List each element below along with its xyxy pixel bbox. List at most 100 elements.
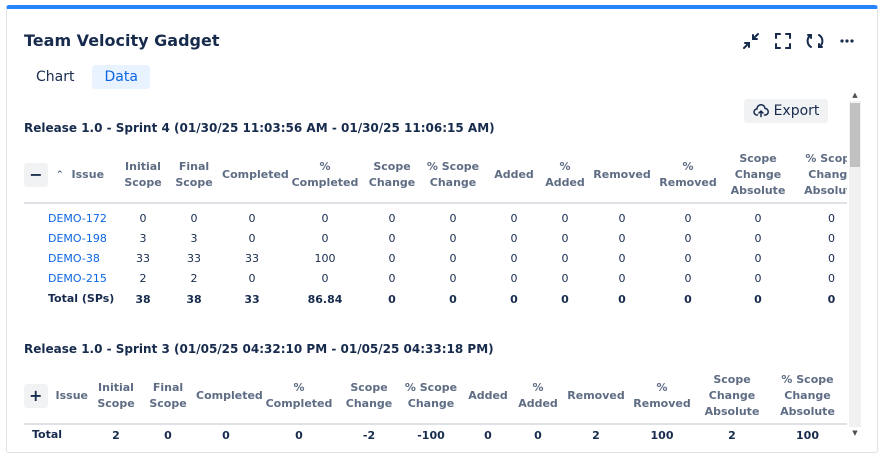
cell: 0	[510, 293, 518, 306]
cell: 0	[828, 212, 835, 225]
cell: 100	[314, 252, 336, 265]
cell: 100	[796, 429, 819, 439]
col-header: % Scope Change Absolute	[794, 147, 847, 204]
cell: 0	[510, 232, 518, 245]
scroll-down-arrow-icon[interactable]: ▼	[849, 427, 861, 439]
sort-asc-icon[interactable]: ⌃	[56, 167, 64, 183]
cell: 0	[754, 212, 762, 225]
cell: 0	[388, 232, 396, 245]
cell: 86.84	[307, 293, 343, 306]
cell: 0	[828, 252, 835, 265]
cell: 0	[510, 212, 518, 225]
cell: 33	[136, 252, 150, 265]
cell: 3	[139, 232, 147, 245]
gadget-title: Team Velocity Gadget	[24, 31, 220, 50]
cell: 0	[449, 212, 457, 225]
scroll-thumb[interactable]	[850, 103, 860, 167]
collapse-sprint-button[interactable]: −	[24, 162, 48, 187]
cell: 0	[684, 293, 692, 306]
vertical-scrollbar[interactable]: ▲ ▼	[849, 89, 861, 439]
col-header: % Completed	[258, 368, 340, 425]
col-header: Removed	[564, 368, 628, 425]
issue-link[interactable]: DEMO-198	[48, 232, 107, 245]
issue-link[interactable]: DEMO-38	[48, 252, 100, 265]
col-header: % Scope Change	[418, 147, 488, 204]
col-header: % Scope Change Absolute	[768, 368, 847, 425]
sprint-3-title: Release 1.0 - Sprint 3 (01/05/25 04:32:1…	[24, 342, 494, 356]
cell: 0	[449, 293, 457, 306]
cell: 0	[684, 232, 692, 245]
col-header: % Added	[540, 147, 590, 204]
col-header: Completed	[194, 368, 263, 425]
total-label: Total (SPs)	[48, 292, 115, 305]
collapse-icon[interactable]	[741, 31, 761, 51]
col-header: Scope Change	[366, 147, 418, 204]
more-icon[interactable]	[837, 31, 857, 51]
cell: 0	[321, 212, 329, 225]
cell: 33	[245, 252, 259, 265]
gadget-header: Team Velocity Gadget	[24, 29, 857, 53]
sprint-3-table: + Issue Initial Scope Final Scope Comple…	[24, 368, 847, 439]
table-row: DEMO-38 33 33 33 100 0 0 0 0 0 0 0 0	[24, 249, 847, 269]
expand-sprint-button[interactable]: +	[24, 383, 48, 408]
col-header: Scope Change Absolute	[722, 147, 794, 204]
issue-column-header[interactable]: Issue	[72, 167, 104, 183]
col-header: % Removed	[654, 147, 722, 204]
cell: 0	[248, 272, 256, 285]
cell: 2	[139, 272, 147, 285]
table-row: DEMO-172 0 0 0 0 0 0 0 0 0 0 0 0	[24, 209, 847, 229]
cell: 0	[190, 212, 198, 225]
cloud-upload-icon	[752, 104, 769, 118]
cell: -2	[362, 429, 376, 439]
cell: 2	[592, 429, 600, 439]
export-button[interactable]: Export	[744, 99, 828, 123]
col-header: Added	[464, 368, 512, 425]
cell: 0	[222, 429, 230, 439]
cell: 33	[187, 252, 201, 265]
issue-column-header[interactable]: Issue	[56, 388, 88, 404]
cell: 0	[321, 232, 329, 245]
col-header: Final Scope	[168, 147, 220, 204]
col-header: % Completed	[284, 147, 366, 204]
cell: 2	[190, 272, 198, 285]
fullscreen-icon[interactable]	[773, 31, 793, 51]
data-panel: Export Release 1.0 - Sprint 4 (01/30/25 …	[21, 89, 847, 439]
header-actions	[741, 31, 857, 51]
team-velocity-gadget: Team Velocity Gadget Chart Data Export R…	[6, 5, 878, 453]
total-row: Total (SPs) 38 38 33 86.84 0 0 0 0 0 0 0…	[24, 289, 847, 323]
col-header: % Added	[512, 368, 564, 425]
cell: 0	[510, 252, 518, 265]
cell: 0	[449, 252, 457, 265]
cell: 0	[828, 272, 835, 285]
cell: 0	[561, 212, 569, 225]
cell: 0	[561, 272, 569, 285]
tab-chart[interactable]: Chart	[24, 65, 86, 89]
total-row: Total 2 0 0 0 -2 -100 0 0 2 100 2 100	[24, 424, 847, 440]
cell: 0	[248, 212, 256, 225]
col-header: Scope Change	[340, 368, 398, 425]
cell: 0	[828, 232, 835, 245]
cell: 0	[561, 252, 569, 265]
col-header: Added	[488, 147, 540, 204]
refresh-icon[interactable]	[805, 31, 825, 51]
cell: 0	[618, 293, 626, 306]
issue-link[interactable]: DEMO-172	[48, 212, 107, 225]
cell: 33	[244, 293, 260, 306]
table-header: + Issue Initial Scope Final Scope Comple…	[24, 368, 847, 425]
view-tabs: Chart Data	[24, 65, 150, 89]
scroll-up-arrow-icon[interactable]: ▲	[849, 89, 861, 101]
cell: 0	[618, 232, 626, 245]
tab-data[interactable]: Data	[92, 65, 150, 89]
table-row: DEMO-215 2 2 0 0 0 0 0 0 0 0 0 0	[24, 269, 847, 289]
cell: 0	[684, 252, 692, 265]
cell: 0	[684, 272, 692, 285]
cell: 38	[135, 293, 151, 306]
col-header: Removed	[590, 147, 654, 204]
issue-link[interactable]: DEMO-215	[48, 272, 107, 285]
cell: 0	[684, 212, 692, 225]
cell: 0	[388, 293, 396, 306]
cell: 0	[449, 232, 457, 245]
table-row: DEMO-198 3 3 0 0 0 0 0 0 0 0 0 0	[24, 229, 847, 249]
col-header: % Scope Change	[398, 368, 464, 425]
cell: 38	[186, 293, 202, 306]
